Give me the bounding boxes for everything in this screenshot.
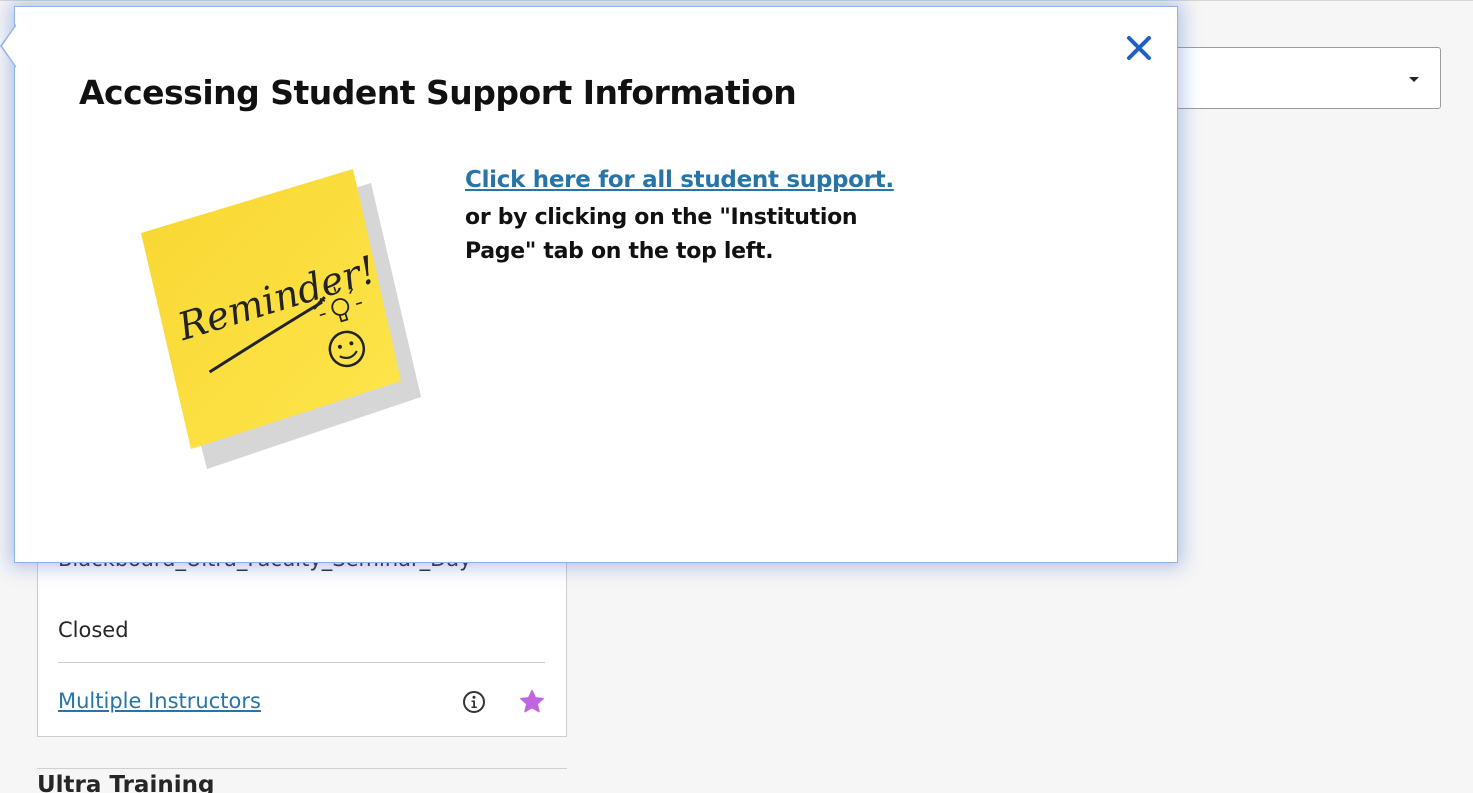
- caret-down-icon: [1409, 77, 1419, 82]
- reminder-sticky-note-image: Reminder!: [141, 169, 421, 469]
- close-icon[interactable]: [1122, 31, 1156, 65]
- student-support-popover: Accessing Student Support Information Re…: [14, 6, 1178, 563]
- course-filter-dropdown[interactable]: [1140, 47, 1441, 109]
- popover-pointer-inner: [2, 26, 16, 66]
- section-divider: [37, 768, 567, 769]
- support-instructions-text: or by clicking on the "Institution Page"…: [465, 205, 858, 264]
- info-icon[interactable]: [462, 690, 486, 714]
- popover-title: Accessing Student Support Information: [79, 73, 797, 112]
- course-status: Closed: [58, 618, 129, 642]
- top-divider: [0, 0, 1473, 1]
- multiple-instructors-link[interactable]: Multiple Instructors: [58, 689, 261, 713]
- student-support-link[interactable]: Click here for all student support.: [465, 167, 894, 193]
- card-divider: [58, 662, 545, 663]
- favorite-star-icon[interactable]: [518, 688, 546, 716]
- page: Blackboard_Ultra_Faculty_Seminar_Day Clo…: [0, 0, 1473, 793]
- next-course-title: Ultra Training: [37, 772, 215, 793]
